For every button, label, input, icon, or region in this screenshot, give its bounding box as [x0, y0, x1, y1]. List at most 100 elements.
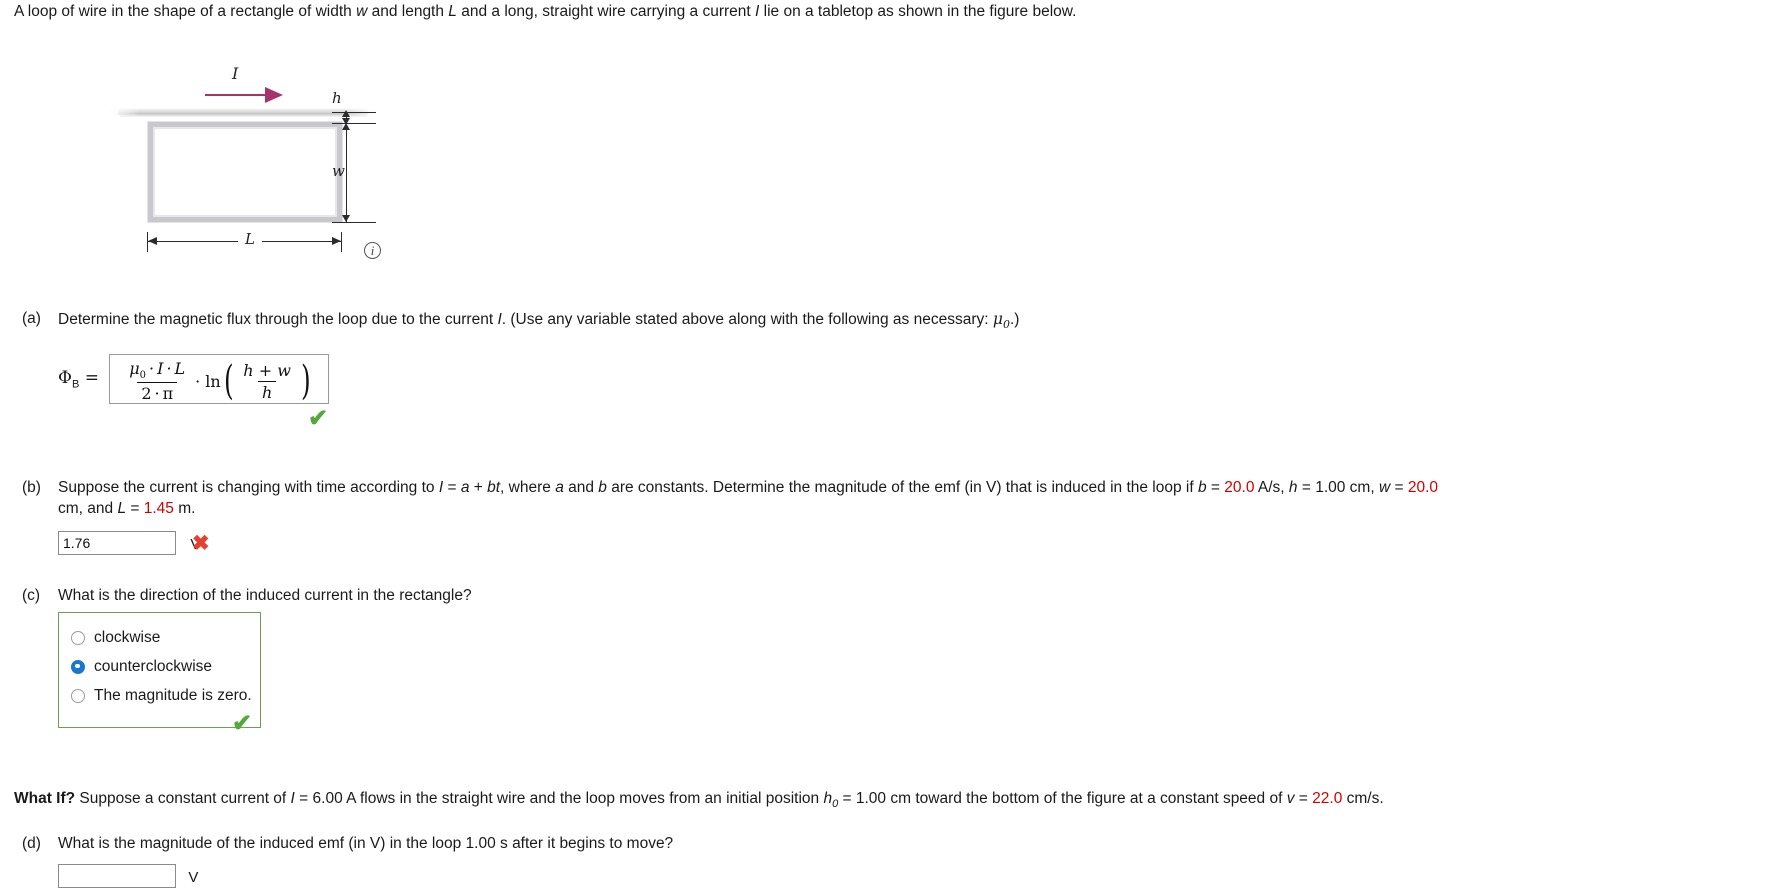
radio-label-clockwise: clockwise	[94, 628, 161, 646]
prompt-text-3: and a long, straight wire carrying a cur…	[456, 3, 756, 20]
formula-dot-1: ·	[149, 359, 155, 378]
part-b-text-4: are constants. Determine the magnitude o…	[606, 479, 1198, 496]
prompt-var-w: w	[356, 3, 368, 20]
phi-symbol: Φ	[58, 367, 72, 388]
part-b-answer-input[interactable]	[58, 531, 176, 555]
formula-inner-numerator: h + w	[239, 361, 295, 381]
h-label: h	[332, 89, 342, 107]
h-tick-top	[332, 112, 376, 113]
part-a-formula-input[interactable]: μ0 · I · L 2 · π · ln ( h + w h )	[109, 354, 329, 404]
part-d-answer-input[interactable]	[58, 864, 176, 888]
prompt-text-4: lie on a tabletop as shown in the figure…	[759, 3, 1077, 20]
part-b-question: Suppose the current is changing with tim…	[58, 479, 1438, 497]
formula-L: L	[174, 359, 186, 378]
part-b-val-h: 1.00 cm	[1315, 479, 1371, 496]
current-arrow-head-icon	[265, 87, 283, 103]
part-b-answer-row: V	[58, 531, 200, 555]
formula-main-fraction: μ0 · I · L 2 · π	[125, 359, 189, 403]
formula-h-1: h	[243, 360, 254, 380]
part-b-var-bt: bt	[487, 479, 501, 496]
radio-option-counterclockwise[interactable]: counterclockwise	[71, 652, 260, 681]
formula-h-2: h	[257, 380, 277, 402]
formula-w: w	[277, 360, 291, 380]
L-tick-right	[341, 232, 342, 252]
part-b-incorrect-icon: ✖	[192, 532, 210, 555]
part-b-var-b3: b	[1197, 479, 1207, 496]
part-b-var-b2: b	[598, 479, 607, 496]
part-a-formula: μ0 · I · L 2 · π · ln ( h + w h )	[122, 357, 313, 404]
radio-option-zero[interactable]: The magnitude is zero.	[71, 681, 260, 710]
what-if-text-2: flows in the straight wire and the loop …	[355, 790, 824, 807]
prompt-text-1: A loop of wire in the shape of a rectang…	[14, 3, 357, 20]
part-b-question-line2: cm, and L = 1.45 m.	[58, 500, 195, 518]
formula-dot-2: ·	[166, 359, 172, 378]
w-arrow-up-icon	[342, 123, 350, 130]
part-b-val-b: 20.0	[1224, 479, 1255, 496]
formula-plus: +	[258, 360, 273, 380]
part-a-text-2: . (Use any variable stated above along w…	[501, 311, 993, 328]
current-label: I	[232, 64, 239, 83]
part-b-eq-3: =	[1297, 479, 1316, 496]
prompt-var-L: L	[448, 3, 457, 20]
what-if-var-h0: h	[823, 790, 833, 807]
part-a-text-3: .)	[1009, 311, 1020, 328]
what-if-text-1: Suppose a constant current of	[75, 790, 291, 807]
part-b-line2-prefix: cm, and	[58, 500, 118, 517]
part-b-eq-5: =	[126, 500, 144, 517]
formula-pi: π	[162, 384, 174, 404]
part-b-var-w: w	[1378, 479, 1391, 496]
what-if-val-v: 22.0	[1312, 790, 1343, 807]
part-c-question: What is the direction of the induced cur…	[58, 587, 472, 604]
what-if-text-3: toward the bottom of the figure at a con…	[911, 790, 1287, 807]
formula-denominator: 2 · π	[137, 382, 178, 404]
current-arrow-shaft	[205, 94, 267, 96]
part-a-answer-label: ΦB =	[58, 368, 105, 390]
formula-numerator: μ0 · I · L	[125, 359, 189, 382]
formula-ln: ln	[205, 371, 221, 391]
part-a-tag: (a)	[22, 310, 41, 327]
part-a-correct-icon: ✔	[308, 405, 329, 432]
loop-inner-edge	[154, 128, 336, 216]
rectangular-loop	[148, 122, 342, 222]
formula-dot-4: ·	[195, 371, 201, 391]
L-arrow-right-icon	[332, 237, 341, 245]
part-a-answer-row: ΦB = μ0 · I · L 2 · π · ln ( h + w h )	[58, 354, 329, 404]
part-b-val-L: 1.45	[143, 500, 174, 517]
part-a-question: Determine the magnetic flux through the …	[58, 310, 1019, 331]
radio-option-clockwise[interactable]: clockwise	[71, 623, 260, 652]
part-c-tag: (c)	[22, 587, 41, 604]
part-b-text-1: Suppose the current is changing with tim…	[58, 479, 439, 496]
part-a-mu-sub: 0	[1002, 318, 1010, 332]
equals-sign: =	[84, 367, 99, 388]
radio-button-zero[interactable]	[71, 688, 85, 703]
radio-button-clockwise[interactable]	[71, 630, 85, 645]
phi-subscript: B	[71, 378, 80, 391]
h-arrow-up-icon	[342, 110, 350, 117]
part-b-text-2: , where	[500, 479, 556, 496]
h-tick-bottom	[332, 123, 376, 124]
part-b-var-a2: a	[555, 479, 564, 496]
part-d-tag: (d)	[22, 835, 41, 852]
radio-label-zero: The magnitude is zero.	[94, 686, 252, 704]
part-b-tag: (b)	[22, 479, 41, 496]
formula-mu-sub: 0	[139, 370, 147, 382]
part-d-unit-label: V	[188, 869, 199, 886]
part-b-var-h: h	[1288, 479, 1298, 496]
part-b-line2-suffix: m.	[173, 500, 196, 517]
problem-statement: A loop of wire in the shape of a rectang…	[14, 2, 1076, 22]
formula-paren-close: )	[300, 357, 311, 404]
part-b-val-w: 20.0	[1407, 479, 1439, 496]
straight-wire	[108, 108, 378, 117]
what-if-val-I: = 6.00 A	[294, 790, 356, 807]
radio-button-counterclockwise[interactable]	[71, 659, 85, 674]
part-a-text-1: Determine the magnetic flux through the …	[58, 311, 498, 328]
w-label: w	[332, 162, 345, 180]
formula-dot-3: ·	[154, 384, 160, 404]
L-arrow-left-icon	[148, 237, 157, 245]
info-icon[interactable]: i	[364, 242, 381, 259]
w-dimension-line	[346, 124, 347, 222]
part-b-eq-2: =	[1206, 479, 1225, 496]
w-arrow-down-icon	[342, 215, 350, 222]
part-d-answer-row: V	[58, 864, 198, 888]
part-b-text-3: and	[563, 479, 599, 496]
